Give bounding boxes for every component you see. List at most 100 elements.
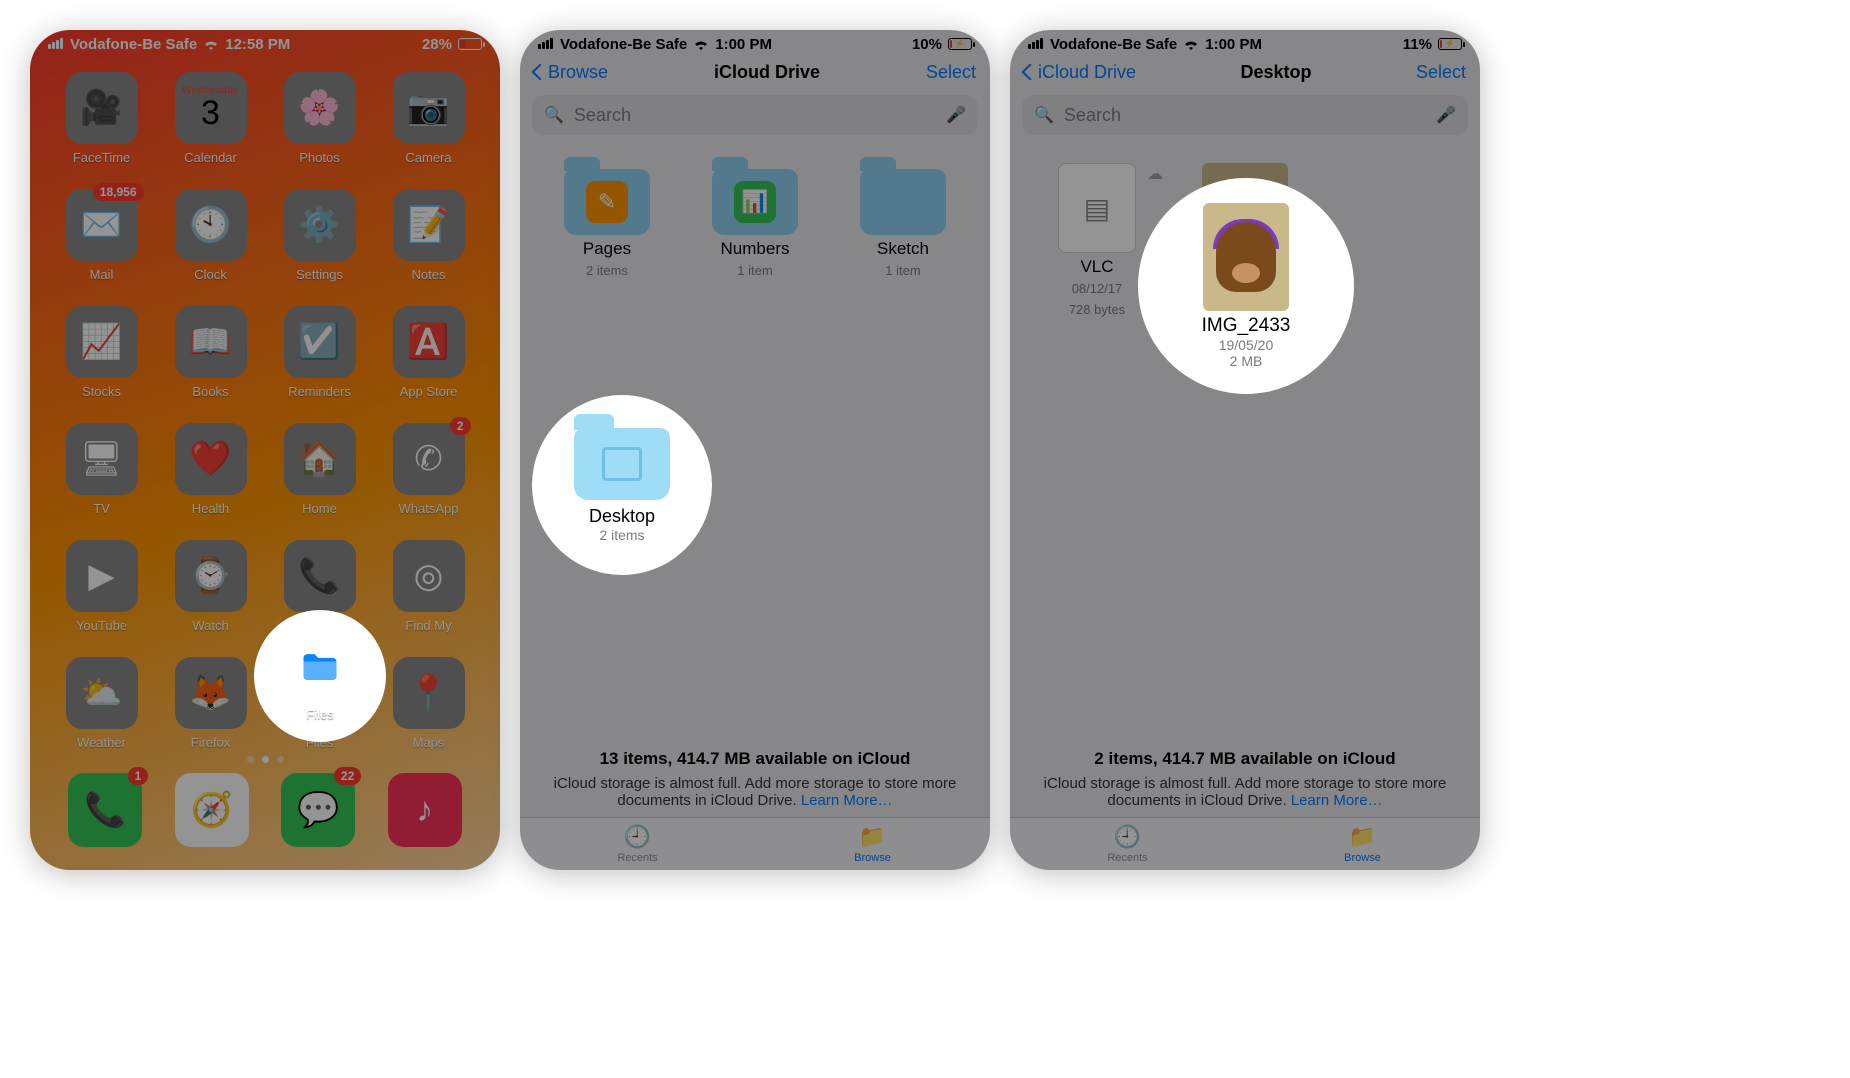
badge: 18,956 [93, 183, 144, 201]
app-tv[interactable]: 🖥TV [52, 423, 151, 516]
search-placeholder: Search [574, 105, 631, 126]
app-mail[interactable]: ✉️18,956Mail [52, 189, 151, 282]
back-button[interactable]: Browse [534, 62, 608, 83]
app-health[interactable]: ❤️Health [161, 423, 260, 516]
tab-browse[interactable]: 📁Browse [755, 818, 990, 870]
watch-icon: ⌚ [175, 540, 247, 612]
folder-numbers[interactable]: 📊Numbers1 item [684, 155, 826, 280]
app-label: Home [302, 501, 337, 516]
app-books[interactable]: 📖Books [161, 306, 260, 399]
app-label: Weather [77, 735, 126, 750]
app-watch[interactable]: ⌚Watch [161, 540, 260, 633]
dock-safari[interactable]: 🧭 [175, 773, 249, 847]
file-date: 08/12/17 [1072, 281, 1123, 298]
app-app-store[interactable]: 🅰️ App Store [379, 306, 478, 399]
highlight-desktop-folder[interactable]: Desktop 2 items [532, 395, 712, 575]
desktop-icon [602, 447, 642, 481]
status-bar: Vodafone-Be Safe 1:00 PM 10% ⚡ [520, 30, 990, 54]
stocks-icon: 📈 [66, 306, 138, 378]
tv-icon: 🖥 [66, 423, 138, 495]
tab-recents[interactable]: 🕘Recents [1010, 818, 1245, 870]
file-date: 19/05/20 [1219, 337, 1274, 353]
carrier-label: Vodafone-Be Safe [1050, 36, 1177, 53]
status-time: 1:00 PM [1205, 36, 1262, 53]
app store-icon: 🅰️ [393, 306, 465, 378]
mic-icon[interactable]: 🎤 [946, 105, 966, 125]
panel-desktop-folder: Vodafone-Be Safe 1:00 PM 11% ⚡ iCloud Dr… [1010, 30, 1480, 870]
app-youtube[interactable]: ▶ YouTube [52, 540, 151, 633]
search-input[interactable]: 🔍 Search 🎤 [1022, 95, 1468, 135]
app-whatsapp[interactable]: ✆2 WhatsApp [379, 423, 478, 516]
badge: 22 [334, 767, 361, 785]
folder-meta: 1 item [885, 263, 920, 280]
app-weather[interactable]: ⛅Weather [52, 657, 151, 750]
app-label: Reminders [288, 384, 351, 399]
dock-music[interactable]: ♪ [388, 773, 462, 847]
select-button[interactable]: Select [1416, 62, 1466, 83]
folder-icon: 📁 [1349, 824, 1376, 850]
tab-label: Browse [854, 852, 891, 864]
app-camera[interactable]: 📷Camera [379, 72, 478, 165]
battery-percent: 11% [1403, 36, 1432, 53]
dock-messages[interactable]: 💬22 [281, 773, 355, 847]
learn-more-link[interactable]: Learn More… [1291, 792, 1383, 809]
charging-icon: ⚡ [1444, 39, 1455, 50]
app-clock[interactable]: 🕙Clock [161, 189, 260, 282]
app-firefox[interactable]: 🦊Firefox [161, 657, 260, 750]
app-label: Calendar [184, 150, 237, 165]
app-settings[interactable]: ⚙️Settings [270, 189, 369, 282]
tab-recents[interactable]: 🕘Recents [520, 818, 755, 870]
mic-icon[interactable]: 🎤 [1436, 105, 1456, 125]
home-icon: 🏠 [284, 423, 356, 495]
app-home[interactable]: 🏠 Home [270, 423, 369, 516]
app-label: FaceTime [73, 150, 130, 165]
app-reminders[interactable]: ☑️Reminders [270, 306, 369, 399]
app-label: App Store [400, 384, 458, 399]
chevron-left-icon [534, 62, 546, 83]
youtube-icon: ▶ [66, 540, 138, 612]
folder-meta: 2 items [586, 263, 628, 280]
folder-name: Sketch [877, 239, 929, 259]
tab-label: Browse [1344, 852, 1381, 864]
back-label: iCloud Drive [1038, 62, 1136, 83]
app-photos[interactable]: 🌸Photos [270, 72, 369, 165]
app-stocks[interactable]: 📈 Stocks [52, 306, 151, 399]
back-button[interactable]: iCloud Drive [1024, 62, 1136, 83]
select-button[interactable]: Select [926, 62, 976, 83]
storage-summary: 13 items, 414.7 MB available on iCloud [520, 747, 990, 771]
folder-sketch[interactable]: Sketch 1 item [832, 155, 974, 280]
firefox-icon: 🦊 [175, 657, 247, 729]
whatsapp-icon: ✆2 [393, 423, 465, 495]
search-input[interactable]: 🔍 Search 🎤 [532, 95, 978, 135]
folder-pages[interactable]: ✎Pages2 items [536, 155, 678, 280]
chevron-left-icon [1024, 62, 1036, 83]
folder-meta: 2 items [599, 527, 644, 543]
files-icon [298, 645, 342, 689]
camera-icon: 📷 [393, 72, 465, 144]
tab-browse[interactable]: 📁 Browse [1245, 818, 1480, 870]
notes-icon: 📝 [393, 189, 465, 261]
clock-icon: 🕙 [175, 189, 247, 261]
app-find-my[interactable]: ◎Find My [379, 540, 478, 633]
nav-bar: Browse iCloud Drive Select [520, 54, 990, 89]
folder-name: Numbers [721, 239, 790, 259]
app-label: WhatsApp [399, 501, 459, 516]
app-notes[interactable]: 📝Notes [379, 189, 478, 282]
app-maps[interactable]: 📍Maps [379, 657, 478, 750]
status-time: 12:58 PM [225, 36, 290, 53]
tab-bar: 🕘Recents 📁Browse [520, 817, 990, 870]
app-label: Stocks [82, 384, 121, 399]
app-calendar[interactable]: Wednesday3Calendar [161, 72, 260, 165]
panel-icloud-drive: Vodafone-Be Safe 1:00 PM 10% ⚡ Browse iC… [520, 30, 990, 870]
page-title: iCloud Drive [714, 62, 820, 83]
dock-phone[interactable]: 📞1 [68, 773, 142, 847]
app-label: YouTube [76, 618, 127, 633]
highlight-files-app[interactable]: Files [254, 610, 386, 742]
files-label: Files [306, 707, 333, 722]
app-facetime[interactable]: 🎥FaceTime [52, 72, 151, 165]
page-title: Desktop [1241, 62, 1312, 83]
learn-more-link[interactable]: Learn More… [801, 792, 893, 809]
highlight-image-file[interactable]: IMG_2433 19/05/20 2 MB [1138, 178, 1354, 394]
search-icon: 🔍 [1034, 105, 1054, 125]
clock-icon: 🕘 [624, 824, 651, 850]
